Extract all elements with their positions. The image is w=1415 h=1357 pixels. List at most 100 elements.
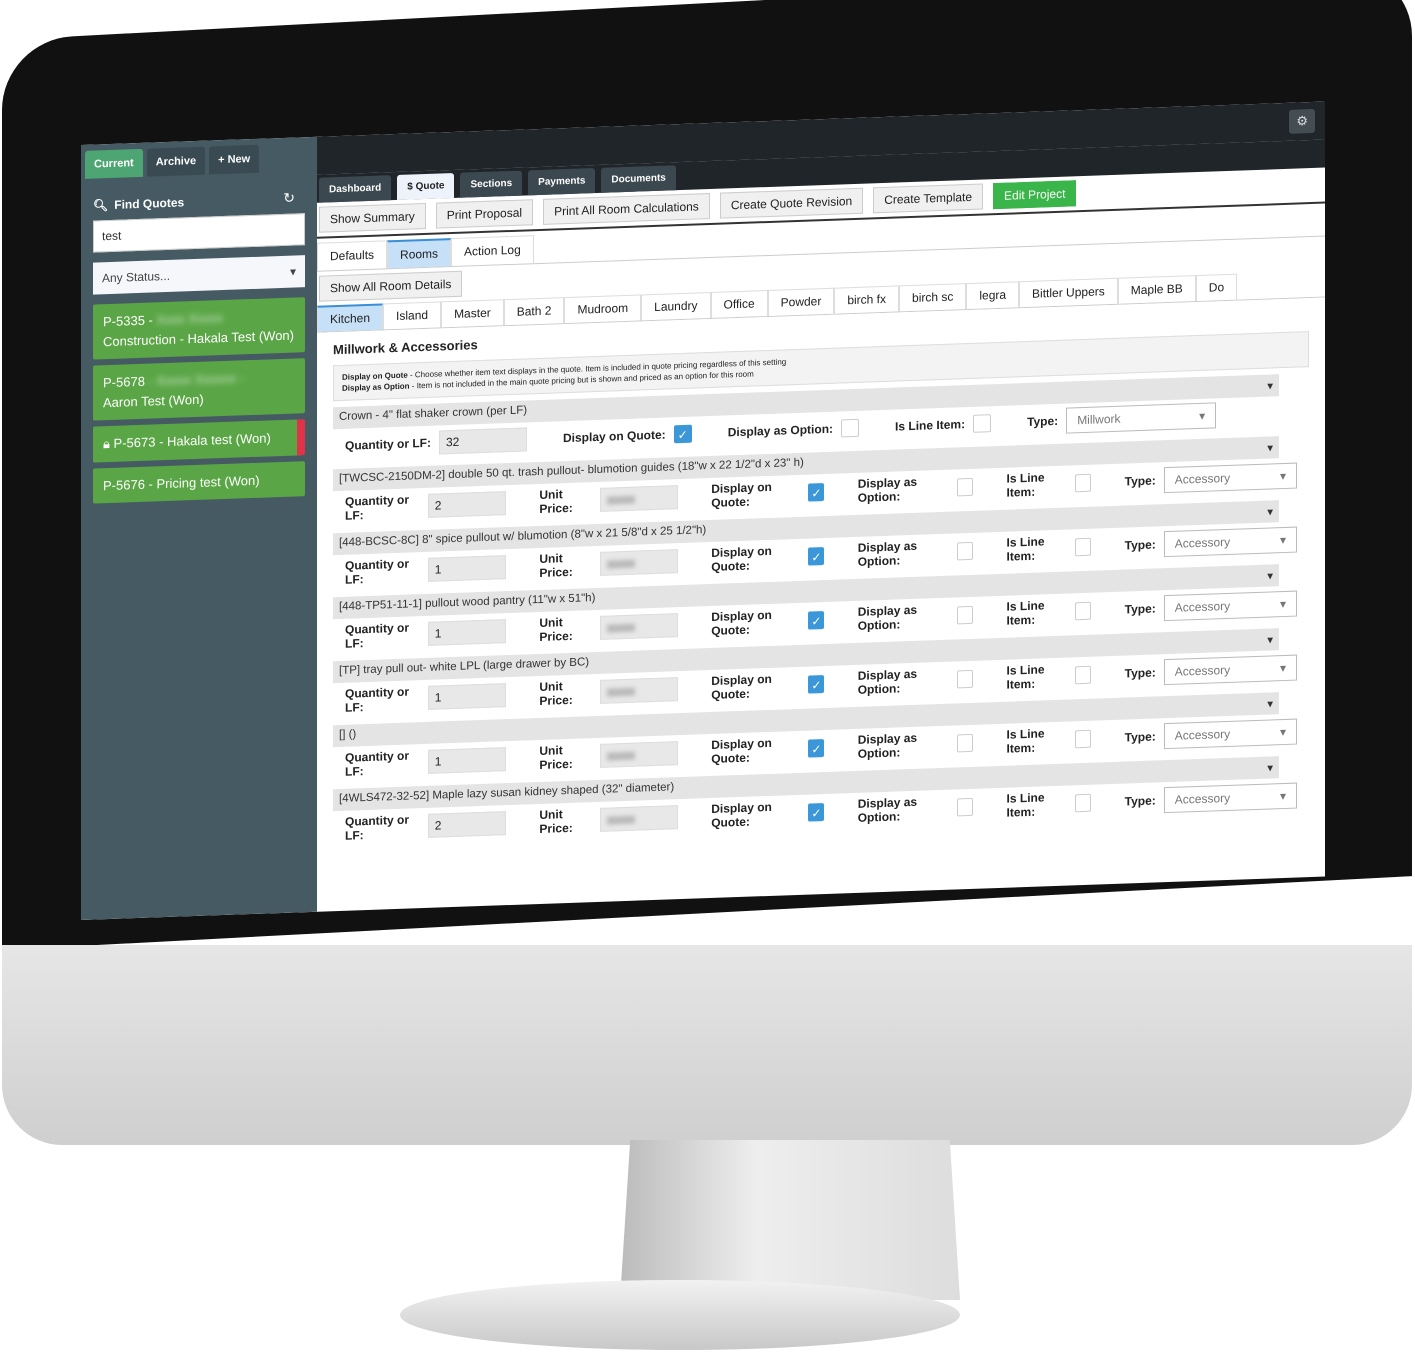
type-select[interactable]: Accessory ▾ [1163,590,1297,622]
room-tab[interactable]: Office [710,290,768,319]
room-tab[interactable]: Master [441,299,504,328]
display-on-quote-checkbox[interactable]: ✓ [808,483,825,502]
chevron-down-icon[interactable]: ▾ [1267,761,1273,775]
action-button-3[interactable]: Create Quote Revision [719,187,864,219]
type-select[interactable]: Accessory ▾ [1163,462,1297,494]
subtab-defaults[interactable]: Defaults [317,240,388,271]
unit-price-input[interactable] [599,805,678,833]
tab-archive[interactable]: Archive [146,146,206,177]
display-as-option-checkbox[interactable] [957,542,974,561]
quote-item[interactable]: P-5335 - Xxxx Xxxxx Construction - Hakala… [93,297,305,360]
line-item-label: Is Line Item: [1006,470,1045,501]
quantity-input[interactable]: 1 [427,555,507,583]
chevron-down-icon[interactable]: ▾ [1267,697,1273,711]
room-tab[interactable]: Bath 2 [503,297,565,326]
line-item-checkbox[interactable] [1075,474,1092,493]
unit-price-input[interactable] [599,549,678,577]
quantity-input[interactable]: 1 [427,683,507,711]
action-button-5[interactable]: Edit Project [993,180,1077,210]
quantity-input[interactable]: 2 [427,491,507,519]
line-item-checkbox[interactable] [1075,666,1092,685]
type-select[interactable]: Accessory ▾ [1163,782,1297,814]
display-on-quote-checkbox[interactable]: ✓ [808,611,825,630]
nav-tab-3[interactable]: Payments [528,168,596,196]
action-button-1[interactable]: Print Proposal [435,199,534,229]
monitor-chin [2,945,1412,1145]
chevron-down-icon[interactable]: ▾ [1267,633,1273,647]
room-tab[interactable]: birch fx [834,285,900,314]
line-item-checkbox[interactable] [973,414,992,434]
nav-tab-1[interactable]: $ Quote [397,172,455,200]
nav-tab-0[interactable]: Dashboard [319,175,392,203]
monitor-stand [620,1140,960,1300]
quote-item-active[interactable]: 🔒︎ P-5673 - Hakala test (Won) [93,419,305,463]
subtab-action-log[interactable]: Action Log [451,235,534,267]
line-item-checkbox[interactable] [1075,602,1092,621]
display-on-quote-checkbox[interactable]: ✓ [808,739,825,758]
tab-current[interactable]: Current [85,148,143,179]
room-tab[interactable]: Powder [767,287,835,317]
room-tab[interactable]: Mudroom [564,294,642,324]
quote-item[interactable]: P-5678 - Xxxxx Xxxxxx - Aaron Test (Won) [93,358,305,421]
room-tab[interactable]: Kitchen [317,303,384,332]
search-input[interactable]: test [93,213,305,253]
display-on-quote-checkbox[interactable]: ✓ [673,425,692,444]
type-select[interactable]: Accessory ▾ [1163,526,1297,558]
type-select[interactable]: Accessory ▾ [1163,718,1297,750]
display-as-option-checkbox[interactable] [957,606,974,625]
subtab-rooms[interactable]: Rooms [387,238,452,269]
display-on-quote-label: Display on Quote: [711,608,772,639]
room-tab[interactable]: legra [966,281,1020,310]
display-on-quote-checkbox[interactable]: ✓ [808,547,825,566]
chevron-down-icon[interactable]: ▾ [1267,569,1273,583]
room-tab[interactable]: Island [383,301,442,330]
gear-icon[interactable]: ⚙ [1289,108,1315,134]
quantity-input[interactable]: 2 [427,811,507,839]
show-all-room-details-button[interactable]: Show All Room Details [319,270,463,302]
display-on-quote-checkbox[interactable]: ✓ [808,675,825,694]
line-item-checkbox[interactable] [1075,538,1092,557]
type-label: Type: [1027,414,1059,430]
unit-price-input[interactable] [599,485,678,513]
line-item-checkbox[interactable] [1075,794,1092,813]
action-button-4[interactable]: Create Template [873,183,984,214]
nav-tab-2[interactable]: Sections [460,170,523,198]
room-tab[interactable]: birch sc [899,283,967,312]
quantity-input[interactable]: 32 [439,427,527,455]
chevron-down-icon[interactable]: ▾ [1267,379,1273,393]
nav-tab-4[interactable]: Documents [601,165,676,193]
room-tab[interactable]: Bittler Uppers [1019,277,1118,308]
room-tab[interactable]: Laundry [641,292,711,321]
new-button[interactable]: + New [209,144,260,175]
type-select[interactable]: Accessory ▾ [1163,654,1297,686]
display-on-quote-checkbox[interactable]: ✓ [808,803,825,822]
chevron-down-icon[interactable]: ▾ [1267,505,1273,519]
quantity-input[interactable]: 1 [427,619,507,647]
refresh-icon[interactable]: ↻ [283,190,295,207]
display-as-option-checkbox[interactable] [841,419,860,438]
unit-price-input[interactable] [599,677,678,705]
room-tab[interactable]: Maple BB [1117,275,1196,304]
display-as-option-checkbox[interactable] [957,478,974,497]
type-select[interactable]: Millwork ▾ [1066,402,1217,434]
display-as-option-checkbox[interactable] [957,734,974,753]
price-label: Unit Price: [539,551,573,581]
action-button-2[interactable]: Print All Room Calculations [543,193,710,225]
room-tab[interactable]: Do [1195,273,1238,302]
line-item-checkbox[interactable] [1075,730,1092,749]
chevron-down-icon: ▾ [1279,597,1286,612]
type-value: Accessory [1174,535,1231,552]
display-as-option-checkbox[interactable] [957,670,974,689]
chevron-down-icon[interactable]: ▾ [1267,441,1273,455]
qty-label: Quantity or LF: [345,436,431,454]
unit-price-input[interactable] [599,741,678,769]
quote-item[interactable]: P-5676 - Pricing test (Won) [93,460,305,504]
quantity-input[interactable]: 1 [427,747,507,775]
action-button-0[interactable]: Show Summary [319,202,426,233]
status-select[interactable]: Any Status... ▾ [93,255,305,295]
display-as-option-checkbox[interactable] [957,798,974,817]
unit-price-input[interactable] [599,613,678,641]
